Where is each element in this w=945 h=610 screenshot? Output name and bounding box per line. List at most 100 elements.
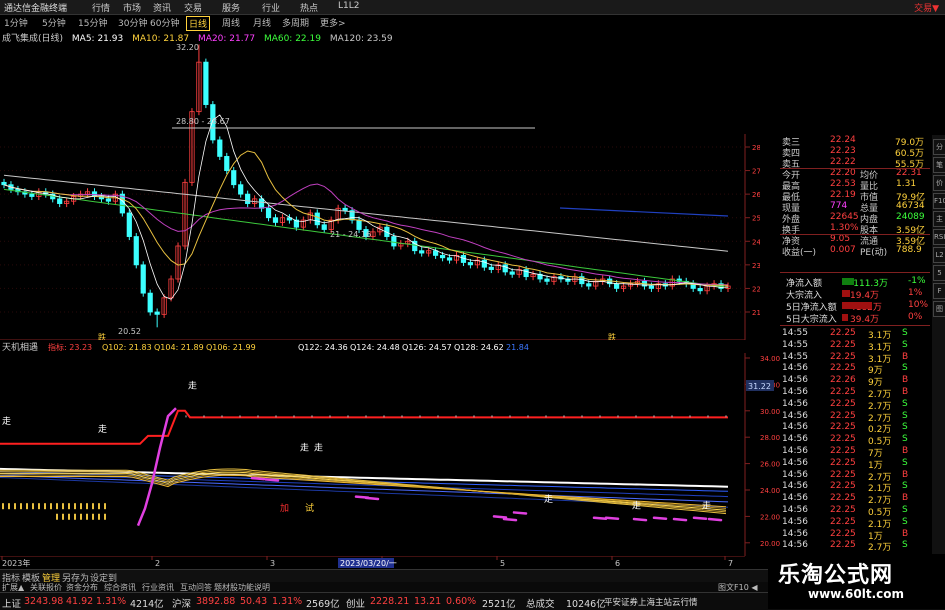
menu-item-quotes[interactable]: 行情 (92, 1, 110, 14)
indicator-value-label: 21.84 (506, 343, 529, 352)
quote-value: 9.05 (830, 234, 851, 244)
side-button[interactable]: 笔 (933, 157, 945, 173)
side-button[interactable]: 5 (933, 265, 945, 281)
tick-price: 22.25 (830, 540, 856, 551)
flow-pct: -1% (908, 276, 926, 286)
quote-value: 788.9 (896, 245, 922, 255)
chart-title: 成飞集成(日线) (2, 34, 64, 44)
watermark-title: 乐淘公式网 (778, 563, 894, 588)
indicator-chart[interactable]: 34.0032.0030.0028.0026.0024.0022.0020.00… (0, 353, 790, 556)
side-button[interactable]: F10 (933, 193, 945, 209)
tick-direction: S (902, 540, 908, 551)
candle-body (57, 198, 63, 204)
candle-body (272, 217, 279, 223)
side-button[interactable]: 图 (933, 301, 945, 317)
x-axis: 2023年234567 2023/03/20/一 (0, 556, 745, 568)
tick-price: 22.26 (830, 375, 856, 386)
menu-item-industry[interactable]: 行业 (262, 1, 280, 14)
status-sh-amt: 4214亿 (130, 599, 164, 610)
indicator-value-label: Q104: 21.89 (154, 343, 204, 352)
period-1min[interactable]: 1分钟 (4, 16, 28, 29)
quote-row: 换手 1.30% 股本 3.59亿 (750, 223, 930, 236)
tick-time: 14:55 (782, 351, 808, 362)
period-daily[interactable]: 日线 (186, 16, 211, 31)
period-multi[interactable]: 多周期 (282, 16, 309, 29)
side-button[interactable]: F (933, 283, 945, 299)
yellow-ribbon (0, 468, 727, 515)
candle-body (154, 311, 160, 315)
quote-row: 最低 22.19 市值 79.9亿 (750, 190, 930, 203)
quote-value: 1.31 (896, 179, 917, 189)
left-tick (74, 503, 76, 510)
period-15min[interactable]: 15分钟 (78, 16, 107, 29)
indicator-value-label: Q106: 21.99 (206, 343, 256, 352)
quote-row: 14:56 22.25 9万 S (750, 363, 930, 376)
quote-value: 46734 (896, 201, 925, 211)
candle-body (356, 219, 362, 230)
tick-direction: B (902, 469, 909, 480)
period-monthly[interactable]: 月线 (253, 16, 271, 29)
quote-row: 收益(一) 0.007 PE(动) 788.9 (750, 245, 930, 258)
quote-row: 14:56 22.25 2.7万 S (750, 540, 930, 553)
quote-row: 14:56 22.25 2.7万 S (750, 411, 930, 424)
menu-item-news[interactable]: 资讯 (153, 1, 171, 14)
menu-item-market[interactable]: 市场 (123, 1, 141, 14)
side-button[interactable]: 价 (933, 175, 945, 191)
side-button[interactable]: L2 (933, 247, 945, 263)
quote-value: 1.30% (830, 223, 859, 233)
period-weekly[interactable]: 周线 (222, 16, 240, 29)
quote-value: 24089 (896, 212, 925, 222)
menu-item-l1l2[interactable]: L1L2 (338, 1, 359, 11)
menu-item-service[interactable]: 服务 (222, 1, 240, 14)
status-total-label: 总成交 (526, 599, 555, 610)
tick-direction: S (902, 481, 908, 492)
left-tick (62, 513, 64, 520)
left-tick (98, 513, 100, 520)
side-button[interactable]: 主 (933, 211, 945, 227)
left-tick (68, 513, 70, 520)
side-button[interactable]: RSI (933, 229, 945, 245)
ma5-line (3, 114, 729, 300)
period-more[interactable]: 更多> (320, 16, 346, 29)
tick-direction: S (902, 339, 908, 350)
period-5min[interactable]: 5分钟 (42, 16, 66, 29)
side-button[interactable]: 分 (933, 139, 945, 155)
candle-body (342, 207, 348, 212)
quote-value: 22.20 (830, 168, 856, 178)
x-axis-label: 2023年 (2, 558, 30, 568)
cursor-date: 2023/03/20/一 (340, 559, 397, 568)
magenta-dash (492, 515, 508, 519)
candle-body (147, 292, 153, 313)
status-cy-pct: 0.60% (446, 596, 477, 607)
candle-body (523, 269, 529, 278)
price-chart[interactable]: 28.80 - 28.67 32.20 20.52 21 - 24.16 跌 跌… (0, 44, 760, 340)
status-hs-amt: 2569亿 (306, 599, 340, 610)
candle-body (433, 250, 439, 256)
menu-item-trade[interactable]: 交易 (184, 1, 202, 14)
menu-bar: 通达信金融终端 行情 市场 资讯 交易 服务 行业 热点 L1L2 交易▼ (0, 0, 945, 15)
candle-body (29, 193, 35, 197)
candle-body (105, 198, 112, 202)
magenta-dash (652, 516, 668, 521)
tick-price: 22.25 (830, 446, 856, 456)
ma120-label: MA120: 23.59 (329, 34, 393, 44)
tick-direction: S (902, 422, 908, 433)
watermark: 乐淘公式网 www.60lt.com (768, 554, 945, 609)
period-60min[interactable]: 60分钟 (150, 16, 179, 29)
menu-item-hot[interactable]: 热点 (300, 1, 318, 14)
x-axis-label: 3 (270, 559, 275, 568)
period-30min[interactable]: 30分钟 (118, 16, 147, 29)
status-hs-pct: 1.31% (272, 596, 303, 607)
left-tick (104, 503, 106, 510)
candle-body (133, 236, 139, 266)
menu-item-trade-right[interactable]: 交易▼ (914, 1, 939, 14)
magenta-line (136, 407, 177, 527)
quote-row: 大宗流入 19.4万 1% (750, 288, 930, 301)
magenta-dash (264, 478, 280, 482)
quote-value: 0.007 (830, 245, 856, 255)
tick-price: 22.25 (830, 505, 856, 515)
tick-time: 14:56 (782, 422, 808, 433)
flow-pct: 1% (908, 288, 923, 298)
tick-price: 22.25 (830, 457, 856, 468)
flow-value: 39.4万 (850, 315, 880, 325)
